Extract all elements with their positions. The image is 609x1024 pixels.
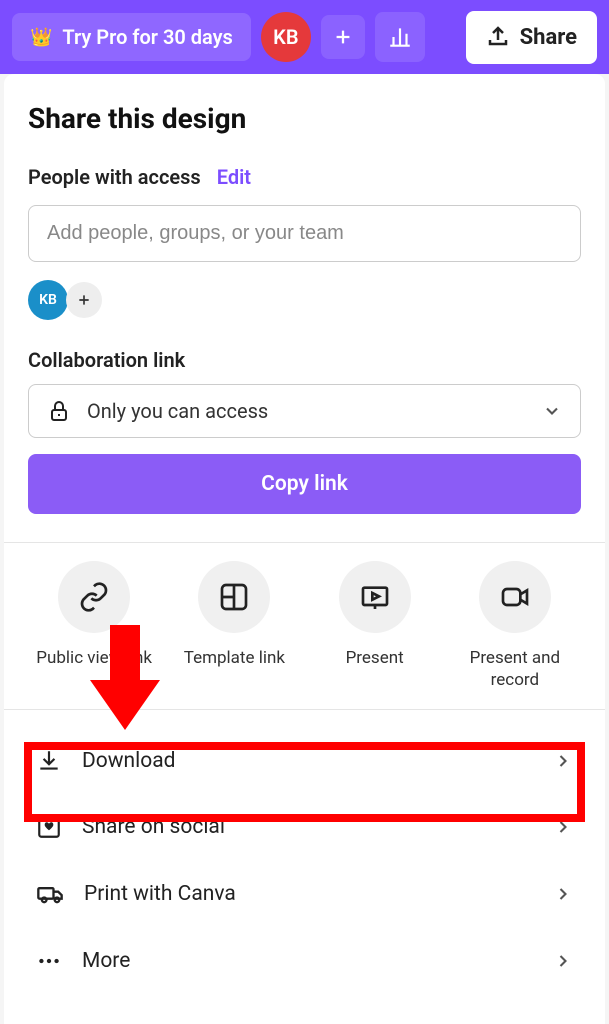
collab-link-selector[interactable]: Only you can access xyxy=(28,384,581,438)
add-member-button[interactable] xyxy=(66,282,102,318)
add-button[interactable] xyxy=(321,15,365,59)
share-button[interactable]: Share xyxy=(466,11,597,64)
people-access-label: People with access xyxy=(28,165,201,189)
list-label: More xyxy=(82,949,533,973)
chevron-right-icon xyxy=(553,951,573,971)
list-item-share-social[interactable]: Share on social xyxy=(28,794,581,860)
record-icon xyxy=(499,581,531,613)
upload-icon xyxy=(486,25,510,49)
chevron-right-icon xyxy=(553,751,573,771)
plus-icon xyxy=(332,26,354,48)
download-icon xyxy=(36,748,62,774)
template-icon xyxy=(218,581,250,613)
list-item-more[interactable]: More xyxy=(28,928,581,994)
chevron-right-icon xyxy=(553,817,573,837)
edit-access-link[interactable]: Edit xyxy=(217,165,251,189)
more-icon xyxy=(36,948,62,974)
collab-link-label: Collaboration link xyxy=(28,348,581,372)
action-present[interactable]: Present xyxy=(309,561,441,691)
divider xyxy=(4,709,605,710)
chevron-down-icon xyxy=(542,401,562,421)
panel-title: Share this design xyxy=(28,102,581,135)
lock-icon xyxy=(47,399,71,423)
avatar[interactable]: KB xyxy=(261,12,311,62)
action-template-link[interactable]: Template link xyxy=(168,561,300,691)
try-pro-button[interactable]: 👑 Try Pro for 30 days xyxy=(12,13,251,61)
try-pro-label: Try Pro for 30 days xyxy=(62,25,232,49)
truck-icon xyxy=(36,880,64,908)
action-label: Public view link xyxy=(28,647,160,669)
share-panel: Share this design People with access Edi… xyxy=(4,74,605,1024)
copy-link-label: Copy link xyxy=(261,472,348,496)
analytics-button[interactable] xyxy=(375,12,425,62)
member-initials: KB xyxy=(39,292,57,308)
action-label: Present and record xyxy=(449,647,581,691)
action-label: Template link xyxy=(168,647,300,669)
chevron-right-icon xyxy=(553,884,573,904)
list-item-print[interactable]: Print with Canva xyxy=(28,860,581,928)
list-label: Share on social xyxy=(82,815,533,839)
access-avatars: KB xyxy=(28,280,581,320)
action-public-view-link[interactable]: Public view link xyxy=(28,561,160,691)
present-icon xyxy=(359,581,391,613)
top-bar: 👑 Try Pro for 30 days KB Share xyxy=(0,0,609,74)
action-grid: Public view link Template link Present P… xyxy=(28,561,581,691)
action-present-record[interactable]: Present and record xyxy=(449,561,581,691)
plus-icon xyxy=(76,292,92,308)
list-label: Download xyxy=(82,749,533,773)
heart-icon xyxy=(36,814,62,840)
share-label: Share xyxy=(520,25,577,50)
link-icon xyxy=(78,581,110,613)
crown-icon: 👑 xyxy=(30,27,52,48)
action-label: Present xyxy=(309,647,441,669)
avatar-initials: KB xyxy=(273,25,298,49)
chart-icon xyxy=(387,24,413,50)
list-item-download[interactable]: Download xyxy=(28,728,581,794)
list-label: Print with Canva xyxy=(84,882,533,906)
collab-value: Only you can access xyxy=(87,399,526,423)
copy-link-button[interactable]: Copy link xyxy=(28,454,581,514)
divider xyxy=(4,542,605,543)
member-avatar[interactable]: KB xyxy=(28,280,68,320)
add-people-input[interactable] xyxy=(28,205,581,262)
